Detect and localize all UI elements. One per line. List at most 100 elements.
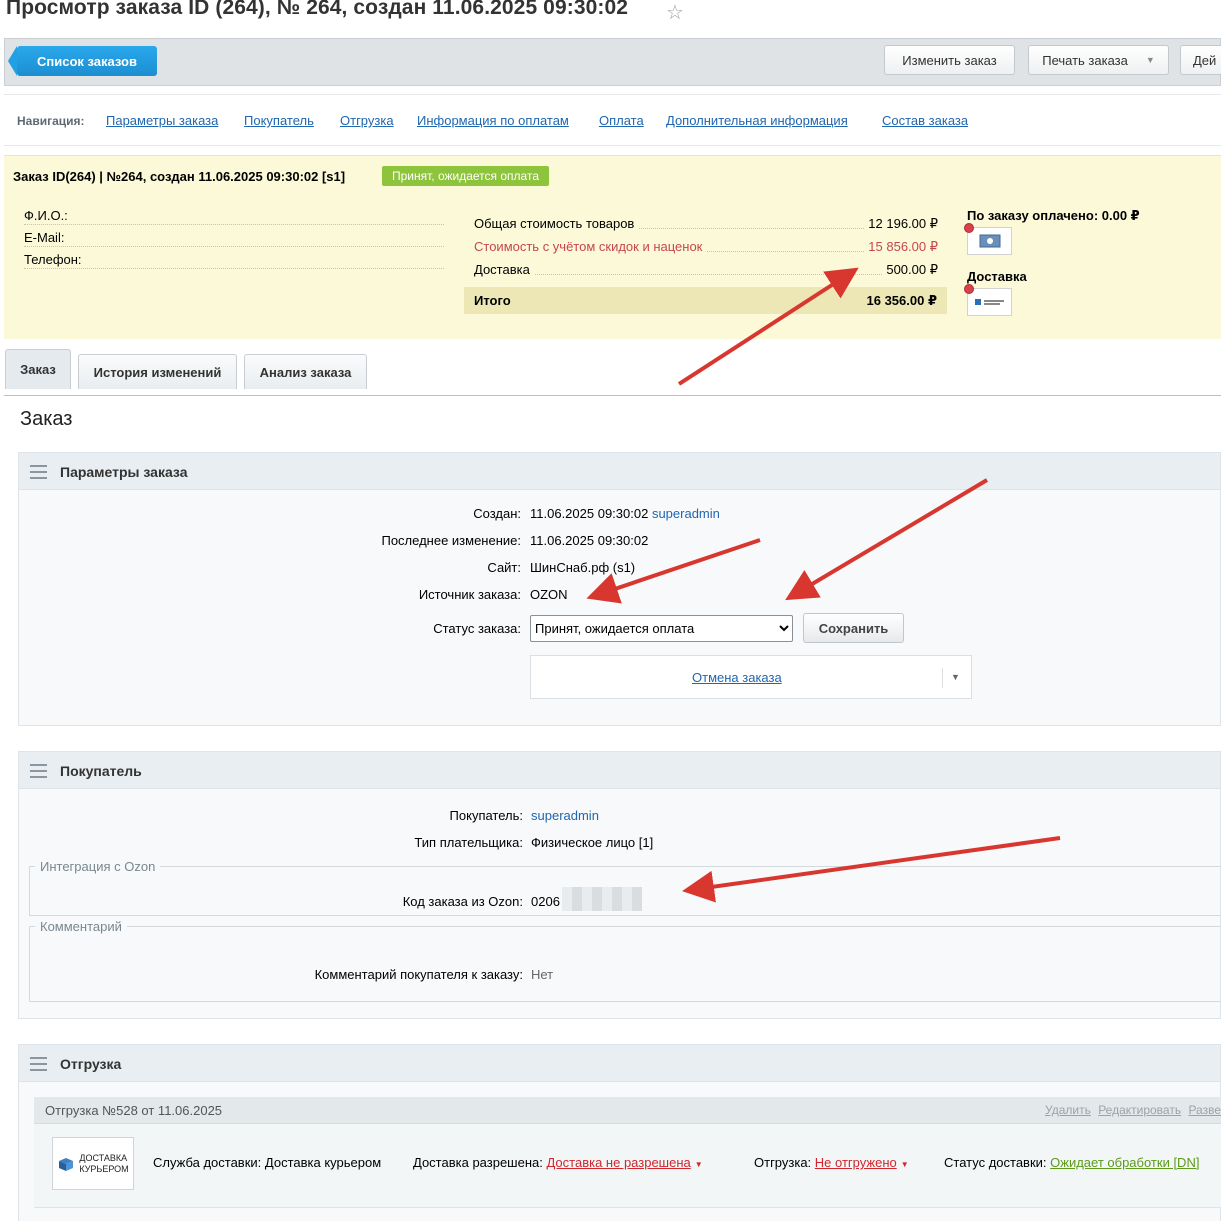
shipment-more-link[interactable]: Разве <box>1188 1103 1221 1117</box>
status-badge: Принят, ожидается оплата <box>382 166 549 186</box>
tab-history[interactable]: История изменений <box>78 354 237 389</box>
source-label: Источник заказа: <box>418 587 521 602</box>
nav-link-order-params[interactable]: Параметры заказа <box>106 113 218 128</box>
modified-value: 11.06.2025 09:30:02 <box>530 533 649 548</box>
goods-cost-value: 12 196.00 ₽ <box>864 216 938 232</box>
delivery-service-label: Служба доставки: <box>153 1155 262 1170</box>
delivery-service-field: Служба доставки: Доставка курьером <box>153 1155 381 1170</box>
redacted-code <box>562 887 642 911</box>
payment-alert-dot <box>964 223 974 233</box>
ozon-code-value: 0206 <box>531 894 560 909</box>
email-label: E-Mail: <box>24 230 444 247</box>
shipment-edit-link[interactable]: Редактировать <box>1098 1103 1181 1117</box>
order-header: Заказ ID(264) | №264, создан 11.06.2025 … <box>13 169 346 184</box>
goods-cost-row: Общая стоимость товаров 12 196.00 ₽ <box>474 216 944 234</box>
nav-link-order-items[interactable]: Состав заказа <box>882 113 968 128</box>
delivery-alert-dot <box>964 284 974 294</box>
star-icon[interactable]: ☆ <box>666 0 684 25</box>
phone-label: Телефон: <box>24 252 444 269</box>
buyer-label: Покупатель: <box>449 808 523 823</box>
order-summary: Заказ ID(264) | №264, создан 11.06.2025 … <box>4 155 1221 339</box>
delivery-status-label: Статус доставки: <box>944 1155 1047 1170</box>
payment-thumb[interactable] <box>967 227 1012 255</box>
comment-value: Нет <box>531 967 554 982</box>
nav-link-shipment[interactable]: Отгрузка <box>340 113 394 128</box>
nav-link-buyer[interactable]: Покупатель <box>244 113 314 128</box>
navigation-bar: Навигация: Параметры заказа Покупатель О… <box>4 94 1221 146</box>
modified-label: Последнее изменение: <box>381 533 521 548</box>
courier-delivery-icon <box>974 299 1004 305</box>
delivery-allowed-label: Доставка разрешена: <box>413 1155 543 1170</box>
page-title: Просмотр заказа ID (264), № 264, создан … <box>6 0 629 19</box>
logo-line-1: ДОСТАВКА <box>79 1152 128 1163</box>
created-value-wrap: 11.06.2025 09:30:02 superadmin <box>530 506 720 521</box>
buyer-header: Покупатель <box>19 752 1220 789</box>
order-list-button[interactable]: Список заказов <box>8 46 157 76</box>
buyer-link[interactable]: superadmin <box>531 808 599 823</box>
shipped-value[interactable]: Не отгружено <box>815 1155 897 1170</box>
shipment-delete-link[interactable]: Удалить <box>1045 1103 1091 1117</box>
source-value: OZON <box>530 587 568 602</box>
drag-handle-icon[interactable] <box>30 465 47 483</box>
site-value: ШинСнаб.рф (s1) <box>530 560 636 575</box>
nav-link-additional-info[interactable]: Дополнительная информация <box>666 113 848 128</box>
delivery-status-value[interactable]: Ожидает обработки [DN] <box>1050 1155 1199 1170</box>
shipment-block-title: Отгрузка <box>60 1056 122 1072</box>
delivery-title: Доставка <box>967 269 1027 284</box>
cancel-order-box: Отмена заказа ▼ <box>530 655 972 699</box>
ozon-group-legend: Интеграция с Ozon <box>40 859 156 874</box>
nav-link-payment[interactable]: Оплата <box>599 113 644 128</box>
comment-label: Комментарий покупателя к заказу: <box>314 967 523 982</box>
actions-label: Дей <box>1193 52 1217 68</box>
shipment-actions: Удалить Редактировать Разве <box>1041 1103 1221 1117</box>
buyer-title: Покупатель <box>60 763 142 779</box>
created-label: Создан: <box>473 506 521 521</box>
order-params-title: Параметры заказа <box>60 464 188 480</box>
delivery-allowed-value[interactable]: Доставка не разрешена <box>546 1155 690 1170</box>
save-button[interactable]: Сохранить <box>803 613 904 643</box>
delivery-thumb[interactable] <box>967 288 1012 316</box>
total-row: Итого 16 356.00 ₽ <box>464 287 947 314</box>
total-value: 16 356.00 ₽ <box>866 293 938 308</box>
logo-line-2: КУРЬЕРОМ <box>79 1163 129 1174</box>
actions-button[interactable]: Дей <box>1180 45 1221 75</box>
created-value: 11.06.2025 09:30:02 <box>530 506 649 521</box>
drag-handle-icon[interactable] <box>30 764 47 782</box>
chevron-down-icon[interactable]: ▼ <box>695 1160 703 1169</box>
money-icon <box>979 234 1000 248</box>
ozon-code-label: Код заказа из Ozon: <box>402 894 523 909</box>
edit-order-button[interactable]: Изменить заказ <box>884 45 1015 75</box>
created-user-link[interactable]: superadmin <box>652 506 720 521</box>
tab-analysis[interactable]: Анализ заказа <box>244 354 367 389</box>
shipment-item-header: Отгрузка №528 от 11.06.2025 Удалить Реда… <box>34 1097 1221 1124</box>
status-select[interactable]: Принят, ожидается оплата <box>530 615 793 642</box>
drag-handle-icon[interactable] <box>30 1057 47 1075</box>
shipped-field: Отгрузка: Не отгружено ▼ <box>754 1155 909 1170</box>
courier-logo: ДОСТАВКА КУРЬЕРОМ <box>52 1137 134 1190</box>
delivery-cost-value: 500.00 ₽ <box>882 262 938 278</box>
nav-link-payment-info[interactable]: Информация по оплатам <box>417 113 569 128</box>
section-title: Заказ <box>20 408 73 430</box>
delivery-service-value: Доставка курьером <box>264 1155 382 1170</box>
tab-order[interactable]: Заказ <box>5 349 71 389</box>
print-order-button[interactable]: Печать заказа ▼ <box>1028 45 1169 75</box>
chevron-down-icon[interactable]: ▼ <box>951 672 960 682</box>
shipped-label: Отгрузка: <box>754 1155 812 1170</box>
toolbar: Список заказов Изменить заказ Печать зак… <box>4 38 1221 86</box>
discount-cost-value: 15 856.00 ₽ <box>864 239 938 255</box>
delivery-allowed-field: Доставка разрешена: Доставка не разрешен… <box>413 1155 703 1170</box>
paid-amount: По заказу оплачено: 0.00 ₽ <box>967 208 1140 223</box>
payer-label: Тип плательщика: <box>414 835 523 850</box>
box-icon <box>59 1157 74 1171</box>
goods-cost-label: Общая стоимость товаров <box>474 216 639 231</box>
cancel-order-link[interactable]: Отмена заказа <box>692 670 782 685</box>
tabs-bar: Заказ История изменений Анализ заказа <box>4 348 1221 396</box>
chevron-down-icon[interactable]: ▼ <box>901 1160 909 1169</box>
delivery-cost-label: Доставка <box>474 262 534 277</box>
comment-group: Комментарий <box>29 919 1221 1002</box>
payer-value: Физическое лицо [1] <box>531 835 654 850</box>
total-label: Итого <box>474 293 511 308</box>
status-label: Статус заказа: <box>433 621 521 636</box>
chevron-down-icon: ▼ <box>1145 55 1155 65</box>
discount-cost-label: Стоимость с учётом скидок и наценок <box>474 239 707 254</box>
